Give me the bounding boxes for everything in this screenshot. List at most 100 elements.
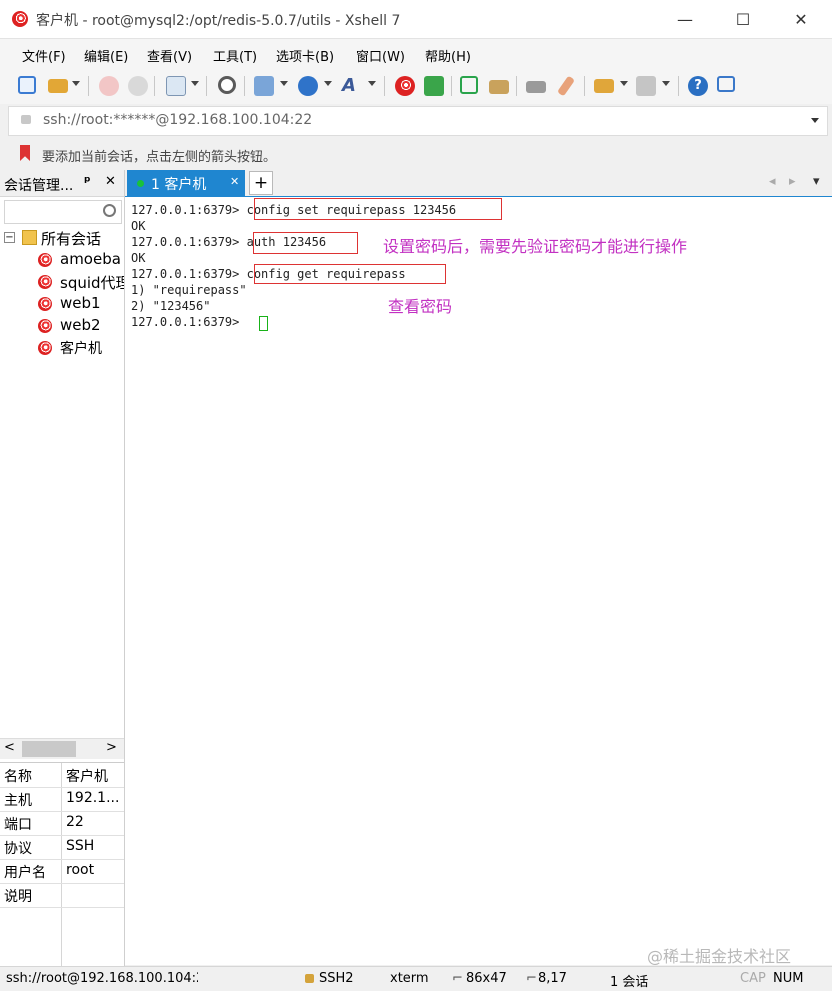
property-row: 名称 客户机 [0, 763, 124, 788]
xshell-icon[interactable] [395, 76, 415, 96]
maximize-button[interactable]: ☐ [714, 0, 772, 38]
minimize-button[interactable]: — [656, 0, 714, 38]
menu-bar: 文件(F) 编辑(E) 查看(V) 工具(T) 选项卡(B) 窗口(W) 帮助(… [0, 38, 832, 69]
tab-menu-icon[interactable]: ▾ [813, 174, 820, 189]
scroll-right-icon[interactable]: > [106, 740, 117, 755]
tree-item-web2[interactable]: web2 [38, 316, 124, 338]
bookmark-icon[interactable] [20, 145, 30, 161]
menu-window[interactable]: 窗口(W) [356, 46, 405, 65]
property-row: 端口 22 [0, 811, 124, 836]
cursor-position-icon: ⌐ [526, 971, 537, 986]
tab-label: 1 客户机 [151, 177, 207, 193]
layout-dropdown-icon[interactable] [280, 81, 288, 86]
address-dropdown-icon[interactable] [811, 118, 819, 123]
chat-icon[interactable] [717, 76, 735, 92]
hint-text: 要添加当前会话，点击左侧的箭头按钮。 [42, 150, 277, 165]
annotation-get: 查看密码 [388, 297, 453, 316]
menu-edit[interactable]: 编辑(E) [84, 46, 128, 65]
tab-close-icon[interactable]: ✕ [230, 175, 239, 188]
session-icon [38, 253, 52, 267]
property-key: 说明 [4, 889, 32, 905]
status-connection: ssh://root@192.168.100.104:2 [6, 971, 198, 986]
menu-tabs[interactable]: 选项卡(B) [276, 46, 334, 65]
tab-client[interactable]: 1 客户机 ✕ [127, 170, 245, 196]
panel-close-icon[interactable]: ✕ [105, 174, 116, 189]
terminal-line: OK [131, 251, 146, 265]
help-icon[interactable]: ? [688, 76, 708, 96]
add-folder-icon[interactable] [594, 79, 614, 93]
globe-dropdown-icon[interactable] [324, 81, 332, 86]
property-key: 用户名 [4, 865, 46, 881]
property-row: 主机 192.1... [0, 787, 124, 812]
scroll-left-icon[interactable]: < [4, 740, 15, 755]
new-session-icon[interactable] [18, 76, 36, 94]
properties-dropdown-icon[interactable] [191, 81, 199, 86]
menu-tools[interactable]: 工具(T) [213, 46, 257, 65]
tab-nav-left-icon[interactable]: ◂ [769, 174, 776, 189]
tree-item-label: amoeba [60, 250, 121, 268]
connection-status-icon [137, 180, 144, 187]
font-icon[interactable]: A [342, 76, 362, 96]
tab-nav-right-icon[interactable]: ▸ [789, 174, 796, 189]
tree-item-squid[interactable]: squid代理 [38, 272, 124, 294]
properties-icon[interactable] [166, 76, 186, 96]
lock-icon[interactable] [489, 80, 509, 94]
menu-view[interactable]: 查看(V) [147, 46, 192, 65]
search-icon[interactable] [218, 76, 236, 94]
property-row: 协议 SSH [0, 835, 124, 860]
xshell-logo-icon [12, 11, 28, 27]
add-folder-dropdown-icon[interactable] [620, 81, 628, 86]
highlight-icon[interactable] [556, 75, 576, 97]
toolbar: A ? [0, 68, 832, 104]
session-icon [38, 297, 52, 311]
xftp-icon[interactable] [424, 76, 444, 96]
layout-icon[interactable] [254, 76, 274, 96]
address-bar[interactable]: ssh://root:******@192.168.100.104:22 [8, 106, 828, 136]
open-dropdown-icon[interactable] [72, 81, 80, 86]
connect-icon[interactable] [99, 76, 119, 96]
disconnect-icon[interactable] [128, 76, 148, 96]
panel-dropdown-icon[interactable] [662, 81, 670, 86]
fullscreen-icon[interactable] [460, 76, 478, 94]
panel-icon[interactable] [636, 76, 656, 96]
tree-item-label: squid代理 [60, 274, 124, 292]
title-bar: 客户机 - root@mysql2:/opt/redis-5.0.7/utils… [0, 0, 832, 38]
tree-item-label: web2 [60, 316, 101, 334]
status-num: NUM [773, 971, 804, 986]
globe-icon[interactable] [298, 76, 318, 96]
highlight-box-auth [253, 232, 358, 254]
terminal[interactable]: 127.0.0.1:6379> config set requirepass 1… [125, 197, 832, 966]
pin-icon[interactable]: ᵖ [84, 174, 91, 190]
horizontal-scrollbar[interactable]: < > [0, 738, 124, 759]
tree-item-amoeba[interactable]: amoeba [38, 250, 124, 272]
property-key: 主机 [4, 793, 32, 809]
terminal-line: 1) "requirepass" [131, 283, 247, 297]
status-sessions: 1 会话 [610, 975, 649, 990]
session-manager-panel: 会话管理... ᵖ ✕ − 所有会话 amoeba squid代理 web1 w… [0, 170, 125, 967]
property-key: 协议 [4, 841, 32, 857]
address-field[interactable]: ssh://root:******@192.168.100.104:22 [43, 112, 312, 128]
new-tab-button[interactable]: + [249, 171, 273, 195]
close-button[interactable]: ✕ [772, 0, 830, 38]
menu-file[interactable]: 文件(F) [22, 46, 66, 65]
tree-item-client[interactable]: 客户机 [38, 338, 124, 360]
annotation-auth: 设置密码后，需要先验证密码才能进行操作 [383, 237, 688, 256]
property-value: SSH [66, 838, 95, 854]
scroll-thumb[interactable] [22, 741, 76, 757]
status-size: 86x47 [466, 971, 507, 986]
property-value: 22 [66, 814, 84, 830]
window-title: 客户机 - root@mysql2:/opt/redis-5.0.7/utils… [36, 13, 401, 29]
font-dropdown-icon[interactable] [368, 81, 376, 86]
search-icon[interactable] [103, 204, 116, 217]
terminal-line: OK [131, 219, 146, 233]
tree-root-label: 所有会话 [41, 230, 102, 248]
property-key: 名称 [4, 769, 32, 785]
session-manager-title: 会话管理... [4, 178, 74, 194]
session-search-input[interactable] [4, 200, 122, 224]
tree-item-web1[interactable]: web1 [38, 294, 124, 316]
keyboard-icon[interactable] [526, 81, 546, 93]
open-folder-icon[interactable] [48, 79, 68, 93]
property-row: 说明 [0, 883, 124, 908]
collapse-icon[interactable]: − [4, 232, 15, 243]
menu-help[interactable]: 帮助(H) [425, 46, 471, 65]
